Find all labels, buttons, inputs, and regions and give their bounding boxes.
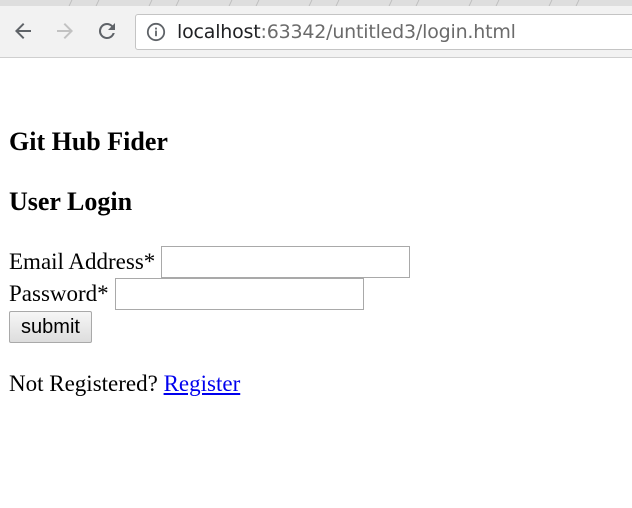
login-form: Email Address* Password* submit xyxy=(9,246,629,343)
login-heading: User Login xyxy=(9,187,133,216)
email-field[interactable] xyxy=(161,246,411,278)
url-text[interactable]: localhost:63342/untitled3/login.html xyxy=(177,21,516,43)
browser-toolbar: localhost:63342/untitled3/login.html xyxy=(0,6,632,58)
register-prompt: Not Registered? xyxy=(9,371,158,396)
url-path: :63342/untitled3/login.html xyxy=(260,21,516,43)
register-link[interactable]: Register xyxy=(164,371,241,396)
reload-icon xyxy=(98,22,115,39)
arrow-left-icon xyxy=(15,23,31,39)
password-row: Password* xyxy=(9,278,629,310)
reload-button[interactable] xyxy=(92,16,122,46)
page-content: Git Hub Fider User Login Email Address* … xyxy=(9,59,629,399)
address-bar[interactable]: localhost:63342/untitled3/login.html xyxy=(135,14,632,50)
register-line: Not Registered? Register xyxy=(9,369,629,399)
forward-button[interactable] xyxy=(50,16,80,46)
password-label: Password* xyxy=(9,281,109,306)
url-host: localhost xyxy=(177,21,261,43)
site-title: Git Hub Fider xyxy=(9,127,168,156)
back-button[interactable] xyxy=(8,16,38,46)
email-label: Email Address* xyxy=(9,249,156,274)
info-icon[interactable] xyxy=(146,22,166,42)
password-field[interactable] xyxy=(114,278,364,310)
email-row: Email Address* xyxy=(9,246,629,278)
submit-button[interactable]: submit xyxy=(9,311,92,343)
arrow-right-icon xyxy=(57,23,73,39)
